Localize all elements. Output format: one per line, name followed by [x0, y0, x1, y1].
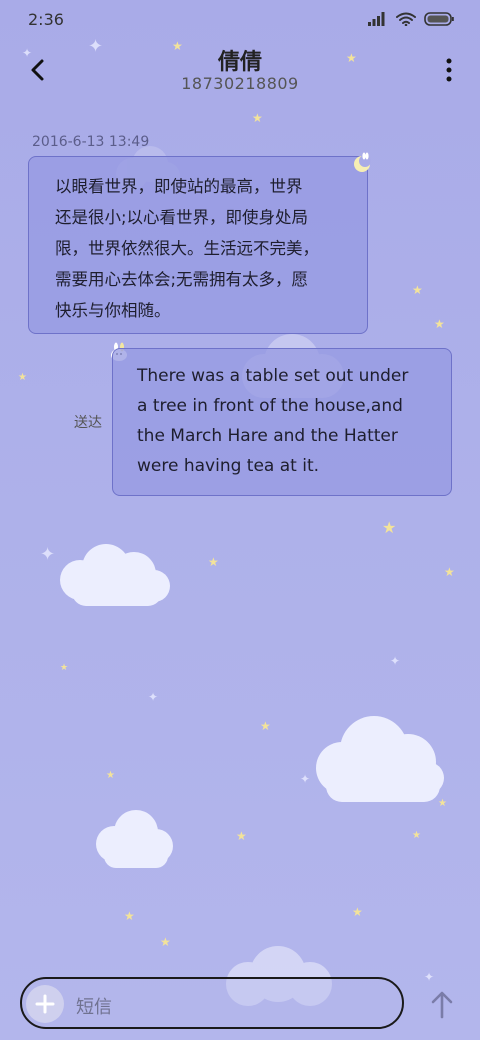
message-line: the March Hare and the Hatter: [137, 426, 398, 446]
message-line: 限，世界依然很大。生活远不完美，: [55, 239, 319, 258]
star-decoration: ★: [412, 830, 421, 841]
cloud-decoration: [316, 716, 444, 802]
message-line: 需要用心去体会;无需拥有太多，愿: [55, 270, 309, 289]
star-decoration: ★: [252, 111, 263, 125]
message-line: a tree in front of the house,and: [137, 396, 403, 416]
star-decoration: ★: [60, 663, 69, 673]
star-decoration: ★: [160, 935, 171, 949]
star-decoration: ★: [106, 770, 115, 781]
sparkle-decoration: ✦: [424, 970, 435, 984]
moon-bunny-sticker-icon: [354, 152, 371, 172]
star-decoration: ★: [260, 719, 271, 733]
add-attachment-button[interactable]: [26, 985, 64, 1023]
sparkle-decoration: ✦: [148, 690, 159, 704]
status-time: 2:36: [28, 10, 64, 29]
battery-icon: [424, 12, 454, 26]
outgoing-message-bubble[interactable]: There was a table set out under a tree i…: [112, 348, 452, 496]
star-decoration: ★: [444, 565, 455, 579]
star-decoration: ★: [124, 909, 135, 923]
more-options-icon[interactable]: [446, 58, 452, 82]
cloud-decoration: [60, 544, 170, 606]
cloud-decoration: [96, 810, 173, 868]
contact-phone-number: 18730218809: [181, 74, 299, 93]
sparkle-decoration: ✦: [40, 544, 56, 565]
message-line: There was a table set out under: [137, 366, 409, 386]
star-decoration: ★: [412, 283, 423, 297]
star-decoration: ★: [208, 555, 219, 569]
message-input-placeholder: 短信: [76, 997, 112, 1018]
incoming-message-bubble[interactable]: 以眼看世界，即使站的最高，世界 还是很小;以心看世界，即使身处局 限，世界依然很…: [28, 156, 368, 334]
star-decoration: ★: [382, 518, 397, 537]
star-decoration: ★: [236, 829, 247, 843]
star-decoration: ★: [18, 372, 27, 383]
message-line: 快乐与你相随。: [55, 301, 171, 320]
message-timestamp: 2016-6-13 13:49: [32, 134, 150, 150]
wifi-icon: [396, 12, 416, 26]
contact-name: 倩倩: [217, 50, 262, 75]
status-icons: [368, 12, 454, 26]
signal-icon: [368, 12, 385, 26]
star-decoration: ★: [434, 317, 445, 331]
send-arrow-icon[interactable]: [428, 990, 456, 1020]
message-line: 以眼看世界，即使站的最高，世界: [55, 177, 303, 196]
star-decoration: ★: [352, 905, 363, 919]
sparkle-decoration: ✦: [300, 772, 311, 786]
delivery-status: 送达: [74, 415, 102, 431]
plus-icon: [35, 994, 55, 1014]
message-line: 还是很小;以心看世界，即使身处局: [55, 208, 309, 227]
star-decoration: ★: [438, 798, 447, 809]
message-line: were having tea at it.: [137, 456, 320, 476]
sparkle-decoration: ✦: [390, 654, 401, 668]
